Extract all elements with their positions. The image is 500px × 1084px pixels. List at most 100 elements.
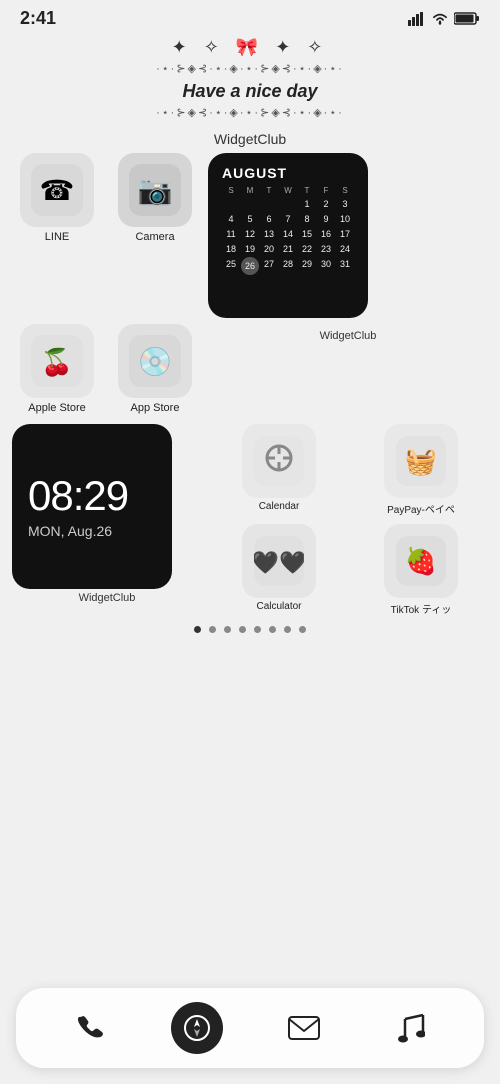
app-line[interactable]: ☎ LINE bbox=[12, 153, 102, 243]
app-paypay[interactable]: 🧺 PayPay-ペイペ bbox=[354, 424, 488, 516]
cal-6: 6 bbox=[260, 212, 278, 226]
status-time: 2:41 bbox=[20, 8, 56, 29]
calendar-app-icon bbox=[242, 424, 316, 498]
compass-icon bbox=[183, 1014, 211, 1042]
cal-26-today: 26 bbox=[241, 257, 259, 275]
calculator-icon: 🖤🖤 bbox=[242, 524, 316, 598]
music-icon bbox=[397, 1013, 425, 1043]
app-apple-store-label: Apple Store bbox=[28, 402, 85, 414]
dock-phone[interactable] bbox=[64, 1002, 116, 1054]
dot-7 bbox=[284, 626, 291, 633]
clock-widget[interactable]: 08:29 MON, Aug.26 bbox=[12, 424, 172, 589]
widgetclub-label-top: WidgetClub bbox=[0, 131, 500, 147]
right-apps-grid: Calendar 🧺 PayPay-ペイペ 🖤🖤 bbox=[212, 424, 488, 616]
dock bbox=[16, 988, 484, 1068]
dot-2 bbox=[209, 626, 216, 633]
app-camera-label: Camera bbox=[135, 231, 174, 243]
phone-icon bbox=[75, 1013, 105, 1043]
battery-icon bbox=[454, 12, 480, 25]
page-dots bbox=[0, 626, 500, 633]
app-app-store[interactable]: 💿 App Store bbox=[110, 324, 200, 414]
svg-text:🍒: 🍒 bbox=[41, 347, 73, 378]
cal-h-t: T bbox=[260, 185, 278, 196]
camera-svg: 📷 bbox=[129, 164, 181, 216]
dot-6 bbox=[269, 626, 276, 633]
telephone-svg: ☎ bbox=[31, 164, 83, 216]
paypay-svg: 🧺 bbox=[396, 436, 446, 486]
cal-3: 3 bbox=[336, 197, 354, 211]
cal-17: 17 bbox=[336, 227, 354, 241]
second-row: 🍒 Apple Store 💿 App Store WidgetClub bbox=[0, 324, 500, 414]
dock-mail[interactable] bbox=[278, 1002, 330, 1054]
app-calendar[interactable]: Calendar bbox=[212, 424, 346, 516]
cal-15: 15 bbox=[298, 227, 316, 241]
cal-27: 27 bbox=[260, 257, 278, 275]
disc-svg: 💿 bbox=[129, 335, 181, 387]
cal-25: 25 bbox=[222, 257, 240, 275]
cal-7: 7 bbox=[279, 212, 297, 226]
dock-music[interactable] bbox=[385, 1002, 437, 1054]
app-store-icon: 💿 bbox=[118, 324, 192, 398]
third-row: 08:29 MON, Aug.26 WidgetClub Calendar bbox=[0, 424, 500, 616]
dot-4 bbox=[239, 626, 246, 633]
camera-icon: 📷 bbox=[118, 153, 192, 227]
tiktok-icon: 🍓 bbox=[384, 524, 458, 598]
widgetclub-clock-label: WidgetClub bbox=[12, 592, 202, 604]
cal-30: 30 bbox=[317, 257, 335, 275]
wifi-icon bbox=[431, 12, 449, 26]
paypay-icon: 🧺 bbox=[384, 424, 458, 498]
cal-16: 16 bbox=[317, 227, 335, 241]
cal-9: 9 bbox=[317, 212, 335, 226]
mail-icon bbox=[288, 1016, 320, 1040]
first-row: ☎ LINE 📷 Camera AUGUST S M T W T F bbox=[0, 153, 500, 318]
cal-19: 19 bbox=[241, 242, 259, 256]
cal-12: 12 bbox=[241, 227, 259, 241]
cal-empty-3 bbox=[260, 197, 278, 211]
status-icons bbox=[408, 12, 480, 26]
app-calculator[interactable]: 🖤🖤 Calculator bbox=[212, 524, 346, 616]
cal-23: 23 bbox=[317, 242, 335, 256]
widgetclub-cal-label: WidgetClub bbox=[320, 330, 377, 342]
cal-h-f: F bbox=[317, 185, 335, 196]
dot-3 bbox=[224, 626, 231, 633]
cal-28: 28 bbox=[279, 257, 297, 275]
calendar-app-svg bbox=[254, 436, 304, 486]
clock-date: MON, Aug.26 bbox=[28, 523, 112, 539]
clock-widget-wrap: 08:29 MON, Aug.26 WidgetClub bbox=[12, 424, 202, 616]
cal-h-m: M bbox=[241, 185, 259, 196]
tiktok-label: TikTok ティッ bbox=[391, 601, 452, 616]
cal-24: 24 bbox=[336, 242, 354, 256]
dot-8 bbox=[299, 626, 306, 633]
cal-empty-4 bbox=[279, 197, 297, 211]
dot-1 bbox=[194, 626, 201, 633]
deco-header: ✦ ✧ 🎀 ✦ ✧ ·⋆·⊱◈⊰·⋆·◈·⋆·⊱◈⊰·⋆·◈·⋆· Have a… bbox=[0, 33, 500, 125]
cal-empty-1 bbox=[222, 197, 240, 211]
cal-11: 11 bbox=[222, 227, 240, 241]
app-apple-store[interactable]: 🍒 Apple Store bbox=[12, 324, 102, 414]
cal-1: 1 bbox=[298, 197, 316, 211]
app-camera[interactable]: 📷 Camera bbox=[110, 153, 200, 243]
cal-h-t2: T bbox=[298, 185, 316, 196]
clock-time: 08:29 bbox=[28, 475, 128, 517]
sparkle-line-1: ·⋆·⊱◈⊰·⋆·◈·⋆·⊱◈⊰·⋆·◈·⋆· bbox=[0, 62, 500, 75]
status-bar: 2:41 bbox=[0, 0, 500, 33]
cal-empty-2 bbox=[241, 197, 259, 211]
svg-text:🖤🖤: 🖤🖤 bbox=[254, 550, 304, 575]
cal-5: 5 bbox=[241, 212, 259, 226]
svg-text:💿: 💿 bbox=[138, 345, 173, 378]
cal-8: 8 bbox=[298, 212, 316, 226]
tiktok-svg: 🍓 bbox=[396, 536, 446, 586]
cal-h-s: S bbox=[222, 185, 240, 196]
cal-13: 13 bbox=[260, 227, 278, 241]
app-tiktok[interactable]: 🍓 TikTok ティッ bbox=[354, 524, 488, 616]
line-icon: ☎ bbox=[20, 153, 94, 227]
cal-14: 14 bbox=[279, 227, 297, 241]
cal-grid: S M T W T F S 1 2 3 4 5 6 7 8 bbox=[222, 185, 354, 275]
calendar-widget[interactable]: AUGUST S M T W T F S 1 2 3 4 5 bbox=[208, 153, 488, 318]
signal-icon bbox=[408, 12, 426, 26]
dock-safari[interactable] bbox=[171, 1002, 223, 1054]
cal-20: 20 bbox=[260, 242, 278, 256]
cal-18: 18 bbox=[222, 242, 240, 256]
svg-text:🍓: 🍓 bbox=[405, 546, 437, 576]
calendar-widget-box: AUGUST S M T W T F S 1 2 3 4 5 bbox=[208, 153, 368, 318]
